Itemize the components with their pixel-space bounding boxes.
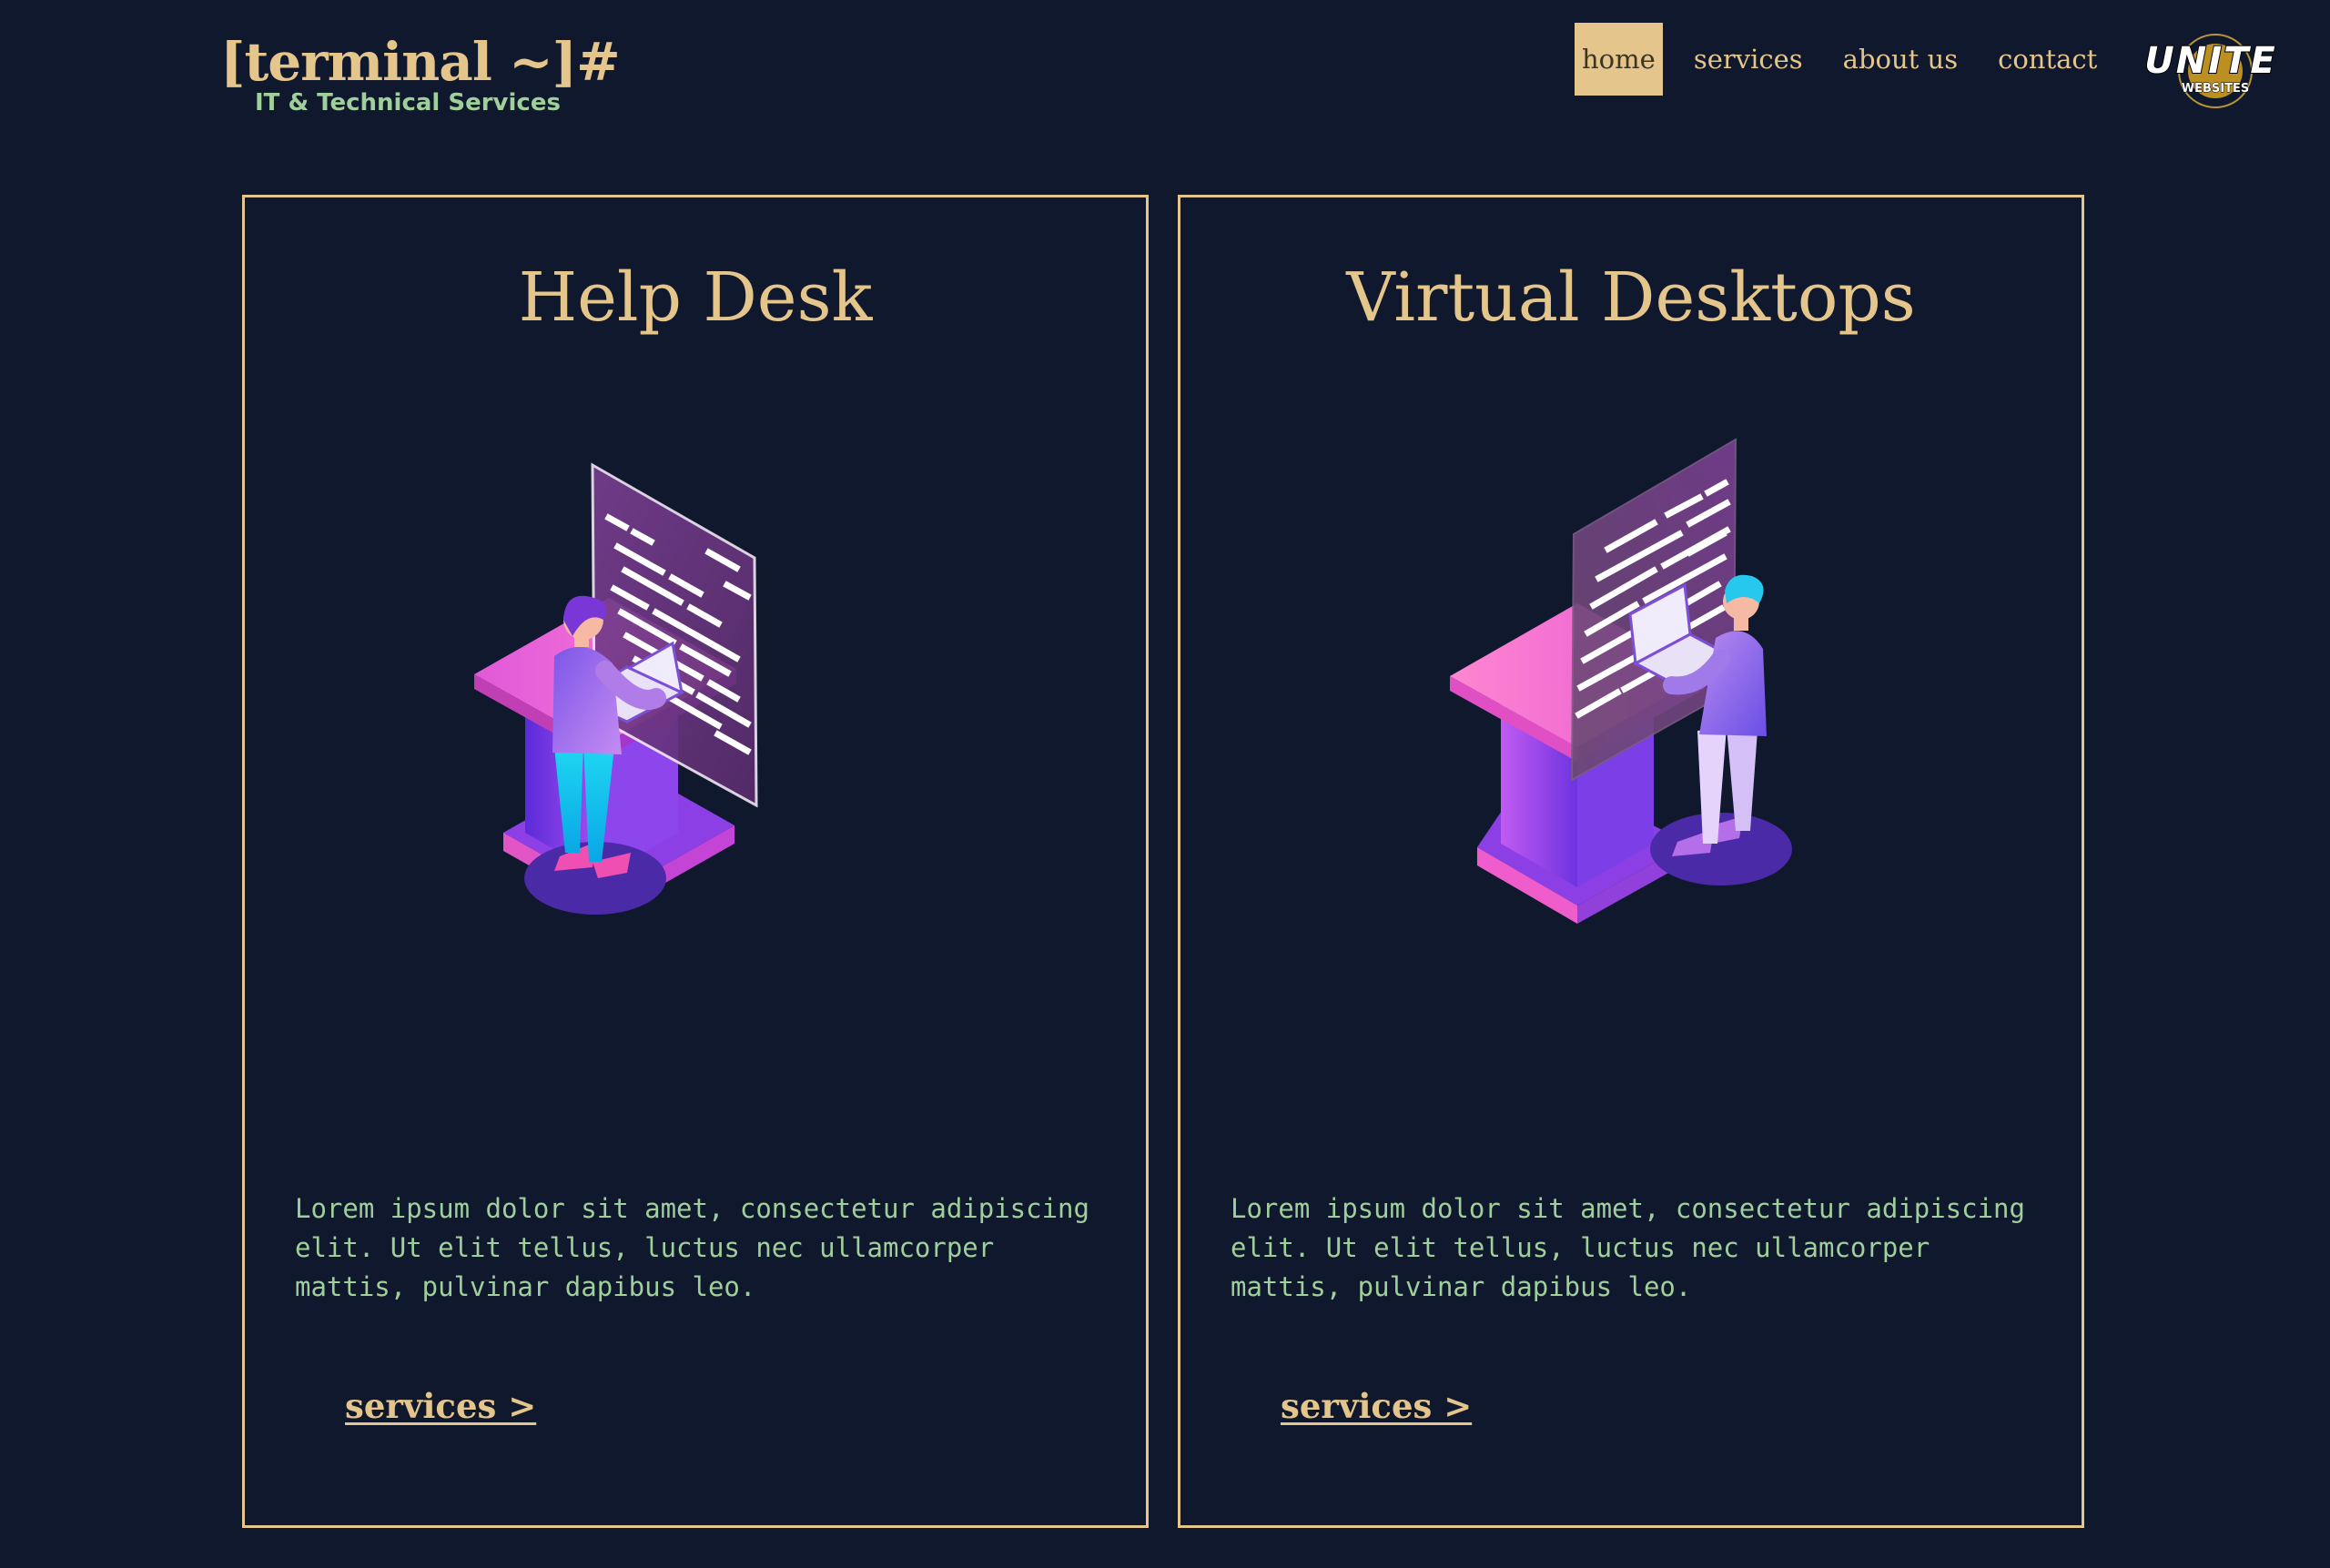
unite-websites-logo[interactable]: UNITE WEBSITES: [2126, 31, 2295, 109]
card-description: Lorem ipsum dolor sit amet, consectetur …: [295, 1193, 1089, 1302]
card-description: Lorem ipsum dolor sit amet, consectetur …: [1231, 1193, 2025, 1302]
logo-tagline: WEBSITES: [2182, 82, 2249, 96]
main-nav: home services about us contact: [1575, 23, 2130, 96]
site-brand[interactable]: [terminal ~]# IT & Technical Services: [220, 25, 621, 118]
card-title: Help Desk: [518, 258, 873, 337]
service-card-help-desk: Help Desk Lorem ipsum dolor sit amet, co…: [242, 195, 1149, 1528]
service-card-virtual-desktops: Virtual Desktops Lorem ipsum dolor sit a…: [1178, 195, 2084, 1528]
person-at-laptop-illustration: [1450, 438, 1792, 924]
nav-item-home[interactable]: home: [1575, 23, 1663, 96]
nav-item-about-us[interactable]: about us: [1836, 23, 1965, 96]
nav-item-services[interactable]: services: [1687, 23, 1810, 96]
services-link[interactable]: services >: [345, 1381, 536, 1431]
card-title: Virtual Desktops: [1346, 258, 1916, 337]
person-at-laptop-illustration: [474, 462, 758, 915]
nav-item-contact[interactable]: contact: [1991, 23, 2104, 96]
logo-wordmark: UNITE: [2144, 40, 2276, 82]
services-link[interactable]: services >: [1281, 1381, 1472, 1431]
